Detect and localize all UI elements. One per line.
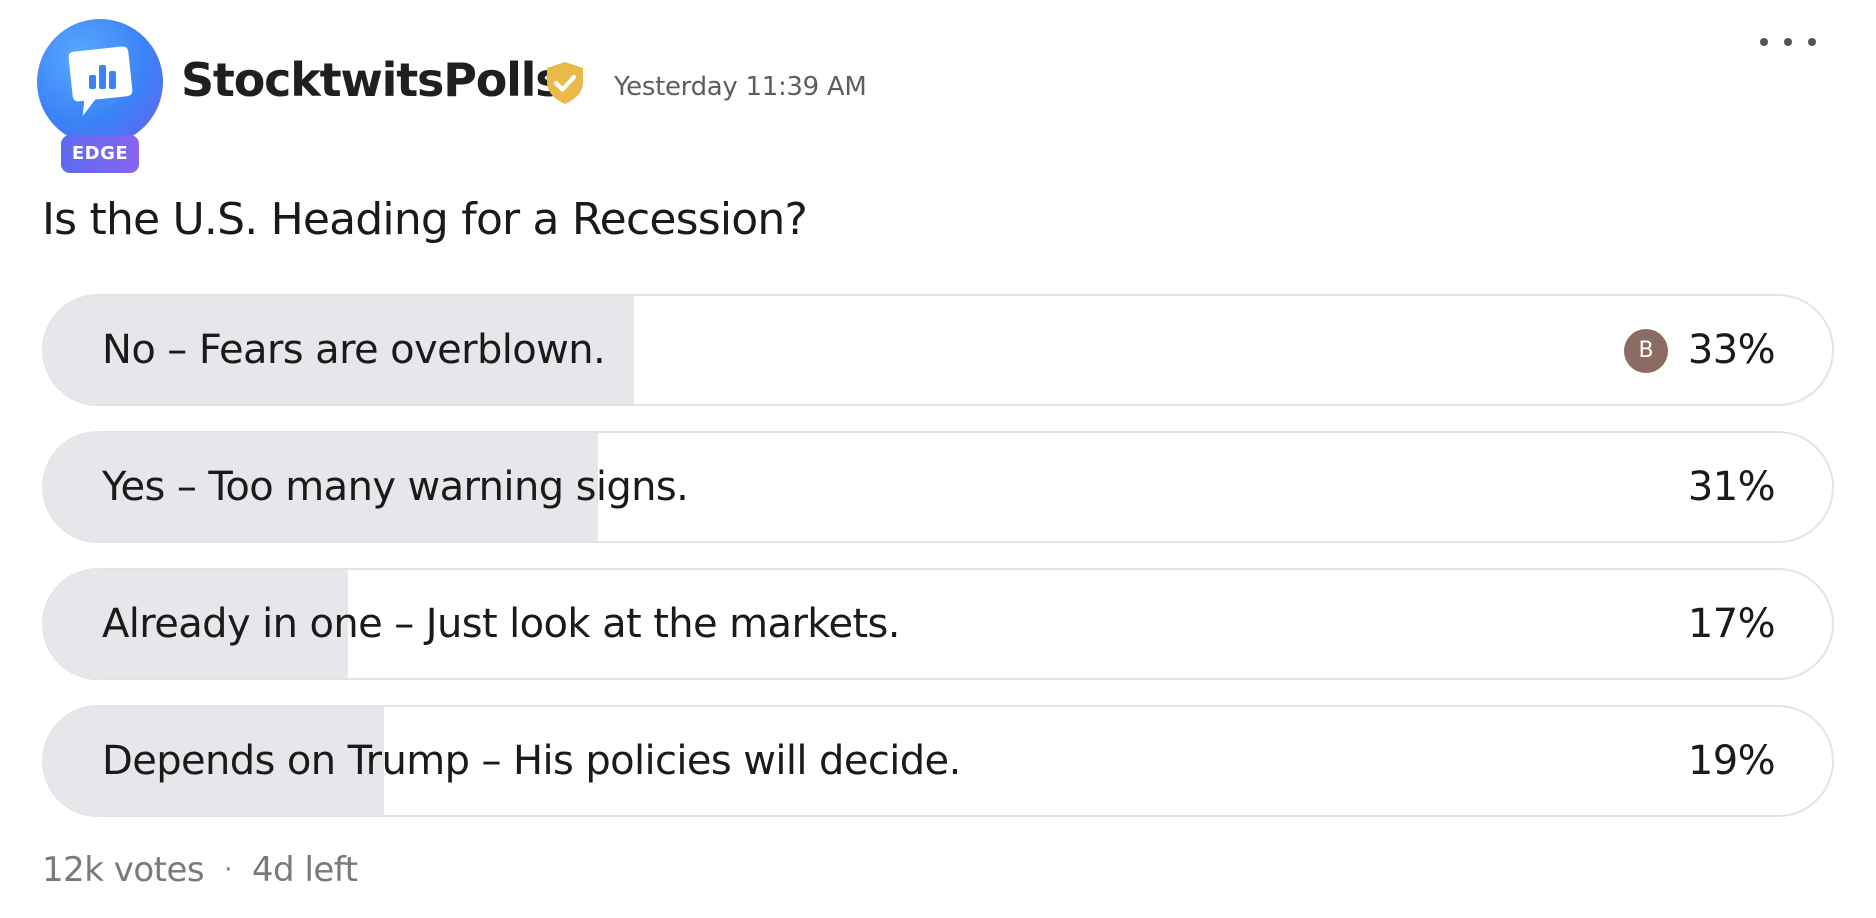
more-dots-icon[interactable] [1760, 30, 1816, 54]
poll-footer: 12k votes · 4d left [42, 848, 358, 895]
poll-question: Is the U.S. Heading for a Recession? [42, 194, 808, 245]
menu-dot [1760, 38, 1768, 46]
poll-option[interactable]: No – Fears are overblown. B 33% [42, 294, 1834, 406]
option-percent: 17% [1687, 601, 1776, 647]
option-label: Depends on Trump – His policies will dec… [102, 738, 961, 784]
author-name[interactable]: StocktwitsPolls [181, 52, 563, 108]
poll-options: No – Fears are overblown. B 33% Yes – To… [42, 294, 1834, 842]
option-percent: 19% [1687, 738, 1776, 784]
poll-option[interactable]: Yes – Too many warning signs. 31% [42, 431, 1834, 543]
time-left: 4d left [251, 850, 358, 890]
option-label: Yes – Too many warning signs. [102, 464, 689, 510]
option-percent: 33% [1687, 327, 1776, 373]
option-percent: 31% [1687, 464, 1776, 510]
poll-option[interactable]: Already in one – Just look at the market… [42, 568, 1834, 680]
post-timestamp: Yesterday 11:39 AM [614, 72, 867, 102]
menu-dot [1784, 38, 1792, 46]
poll-option[interactable]: Depends on Trump – His policies will dec… [42, 705, 1834, 817]
footer-separator: · [224, 855, 232, 885]
option-label: No – Fears are overblown. [102, 327, 606, 373]
edge-badge: EDGE [61, 135, 139, 173]
chart-bubble-icon [37, 19, 163, 145]
author-avatar[interactable]: EDGE [37, 19, 163, 175]
menu-dot [1808, 38, 1816, 46]
voter-avatar: B [1624, 329, 1668, 373]
option-label: Already in one – Just look at the market… [102, 601, 900, 647]
verified-shield-icon [543, 60, 587, 106]
vote-count: 12k votes [42, 850, 205, 890]
